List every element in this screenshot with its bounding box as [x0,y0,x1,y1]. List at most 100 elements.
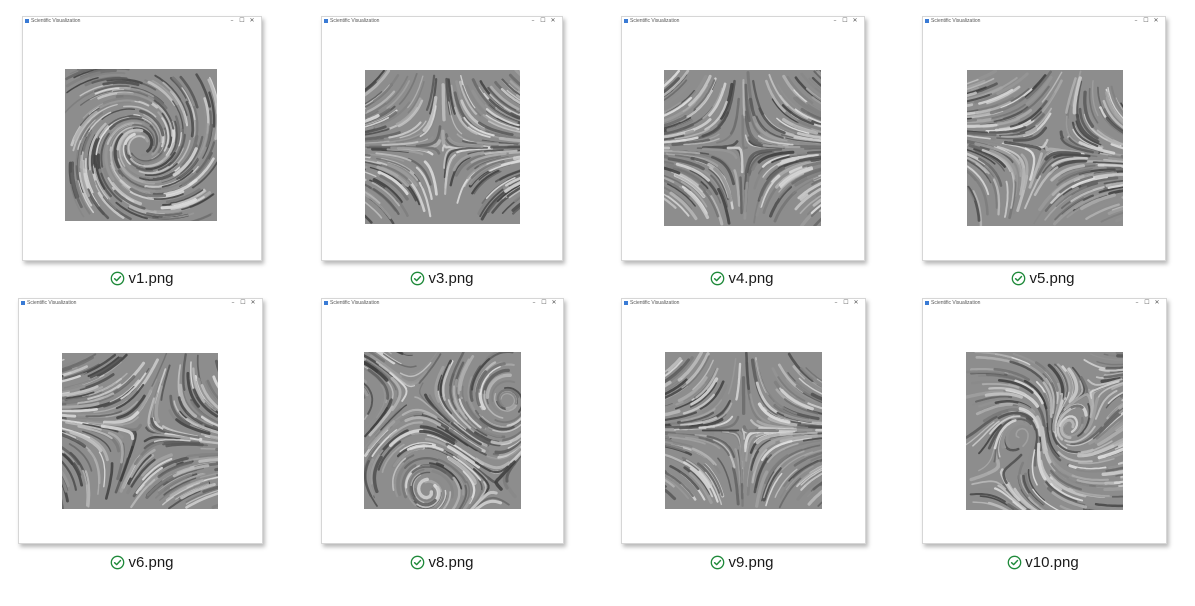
file-caption[interactable]: v4.png [620,268,864,288]
maximize-icon: ☐ [239,17,245,24]
minimize-icon: – [1135,299,1139,306]
maximize-icon: ☐ [540,17,546,24]
streak [969,459,1001,482]
thumbnail[interactable]: Scientific Visualization – ☐ ✕ [621,16,865,261]
streak [664,143,669,145]
flow-texture [664,70,821,226]
streak [967,123,998,128]
flow-texture [62,353,218,509]
app-icon [624,300,628,305]
window-title: Scientific Visualization [21,300,76,306]
streak [749,393,771,424]
streak [1111,495,1123,498]
flow-streaks [665,352,822,509]
flow-streaks [365,70,520,224]
file-caption[interactable]: v6.png [20,552,264,572]
streak [1105,366,1123,371]
streak [1116,354,1123,358]
maximize-icon: ☐ [240,299,246,306]
streak [423,160,438,196]
minimize-icon: – [531,17,535,24]
file-caption[interactable]: v5.png [921,268,1165,288]
file-tile[interactable]: Scientific Visualization – ☐ ✕ v1.png [20,14,280,304]
thumbnail[interactable]: Scientific Visualization – ☐ ✕ [922,298,1167,544]
streak [182,353,187,392]
streak [967,103,974,108]
app-icon [925,300,929,305]
app-icon [925,18,929,23]
flow-texture [65,69,217,221]
file-caption[interactable]: v9.png [620,552,864,572]
check-icon [110,271,125,286]
streak [759,108,788,135]
streak [742,78,746,117]
window-title: Scientific Visualization [624,300,679,306]
window-title: Scientific Visualization [25,18,80,24]
app-icon [324,300,328,305]
flow-texture [967,70,1123,226]
file-tile[interactable]: Scientific Visualization – ☐ ✕ v10.png [921,298,1181,588]
thumbnail[interactable]: Scientific Visualization – ☐ ✕ [22,16,262,261]
window-title: Scientific Visualization [925,18,980,24]
streak [211,503,218,509]
streak [66,77,99,94]
file-name: v10.png [1025,553,1079,571]
streak [729,97,740,135]
check-icon [410,271,425,286]
flow-streaks [966,352,1123,510]
streak [215,460,218,464]
file-tile[interactable]: Scientific Visualization – ☐ ✕ v9.png [620,298,880,588]
app-icon [324,18,328,23]
flow-streaks [364,352,521,509]
file-caption[interactable]: v3.png [320,268,564,288]
app-icon [21,300,25,305]
maximize-icon: ☐ [541,299,547,306]
streak [765,79,786,113]
close-icon: ✕ [853,299,859,306]
file-caption[interactable]: v8.png [320,552,564,572]
streak [117,361,146,390]
file-name: v8.png [428,553,474,571]
streak [62,395,67,400]
minimize-icon: – [230,17,234,24]
thumbnail[interactable]: Scientific Visualization – ☐ ✕ [621,298,866,544]
streak [1097,163,1123,168]
file-caption[interactable]: v10.png [921,552,1165,572]
streak [1091,80,1099,117]
streak [214,467,218,472]
flow-streaks [664,70,821,226]
file-tile[interactable]: Scientific Visualization – ☐ ✕ v3.png [320,14,580,304]
streak [1003,180,1009,218]
file-tile[interactable]: Scientific Visualization – ☐ ✕ v8.png [320,298,580,588]
file-name: v9.png [728,553,774,571]
thumbnail[interactable]: Scientific Visualization – ☐ ✕ [922,16,1166,261]
streak [806,150,821,155]
window-title: Scientific Visualization [324,18,379,24]
file-tile[interactable]: Scientific Visualization – ☐ ✕ v6.png [18,298,278,588]
streak [807,426,822,429]
file-tile[interactable]: Scientific Visualization – ☐ ✕ v4.png [620,14,880,304]
streak [675,430,715,435]
streak [1115,352,1123,355]
streak [664,154,669,159]
streak [365,183,372,189]
streak [975,356,1014,364]
minimize-icon: – [532,299,536,306]
streak [731,467,740,506]
app-icon [25,18,29,23]
thumbnail[interactable]: Scientific Visualization – ☐ ✕ [321,298,564,544]
file-tile[interactable]: Scientific Visualization – ☐ ✕ v5.png [921,14,1181,304]
file-caption[interactable]: v1.png [20,268,264,288]
thumbnail[interactable]: Scientific Visualization – ☐ ✕ [18,298,263,544]
streak [65,91,94,114]
streak [1015,427,1029,447]
window-title: Scientific Visualization [925,300,980,306]
streak [215,447,218,452]
streak [775,428,813,431]
flow-streaks [62,353,218,509]
thumbnail[interactable]: Scientific Visualization – ☐ ✕ [321,16,563,261]
maximize-icon: ☐ [1143,17,1149,24]
check-icon [710,271,725,286]
streak [981,382,1020,389]
window-title: Scientific Visualization [624,18,679,24]
